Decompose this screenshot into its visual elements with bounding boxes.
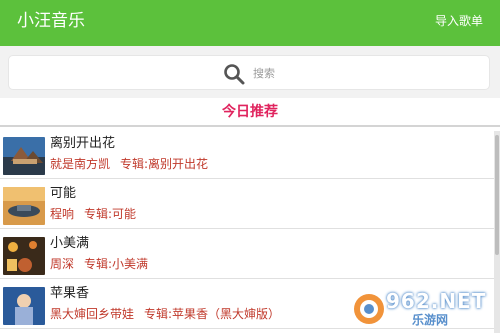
song-title: 可能: [50, 186, 77, 201]
album-cover-image: [3, 287, 45, 325]
top-bar: 小汪音乐 导入歌单: [0, 0, 500, 46]
watermark-logo: 962.NET 乐游网: [352, 289, 492, 329]
song-row[interactable]: 小美满 周深 专辑:小美满: [0, 229, 500, 279]
search-area: [0, 46, 500, 98]
watermark-text: 乐游网: [412, 313, 449, 327]
song-meta: 周深 专辑:小美满: [50, 256, 148, 272]
song-row[interactable]: 可能 程响 专辑:可能: [0, 179, 500, 229]
watermark-icon: [354, 294, 384, 324]
song-album: 专辑:离别开出花: [120, 157, 209, 171]
search-icon: [224, 64, 245, 85]
song-artist: 周深: [50, 257, 75, 271]
album-cover-image: [3, 187, 45, 225]
song-artist: 黑大婶回乡带娃: [50, 307, 135, 321]
search-box[interactable]: [8, 55, 490, 90]
section-title: 今日推荐: [0, 98, 500, 127]
app-title: 小汪音乐: [17, 11, 85, 31]
album-cover-image: [3, 137, 45, 175]
song-album: 专辑:小美满: [84, 257, 149, 271]
song-artist: 程响: [50, 207, 75, 221]
song-meta: 黑大婶回乡带娃 专辑:苹果香（黑大婶版）: [50, 306, 280, 322]
song-row[interactable]: 离别开出花 就是南方凯 专辑:离别开出花: [0, 129, 500, 179]
import-playlist-button[interactable]: 导入歌单: [435, 12, 483, 30]
watermark-number: 962.NET: [386, 289, 487, 313]
song-album: 专辑:苹果香（黑大婶版）: [144, 307, 281, 321]
scrollbar-thumb[interactable]: [495, 135, 499, 255]
song-album: 专辑:可能: [84, 207, 137, 221]
song-title: 苹果香: [50, 286, 90, 301]
album-cover-image: [3, 237, 45, 275]
song-meta: 就是南方凯 专辑:离别开出花: [50, 156, 208, 172]
list-scrollbar[interactable]: [494, 131, 500, 333]
song-title: 小美满: [50, 236, 90, 251]
song-artist: 就是南方凯: [50, 157, 111, 171]
song-title: 离别开出花: [50, 136, 116, 151]
song-meta: 程响 专辑:可能: [50, 206, 136, 222]
search-input[interactable]: [253, 64, 373, 82]
